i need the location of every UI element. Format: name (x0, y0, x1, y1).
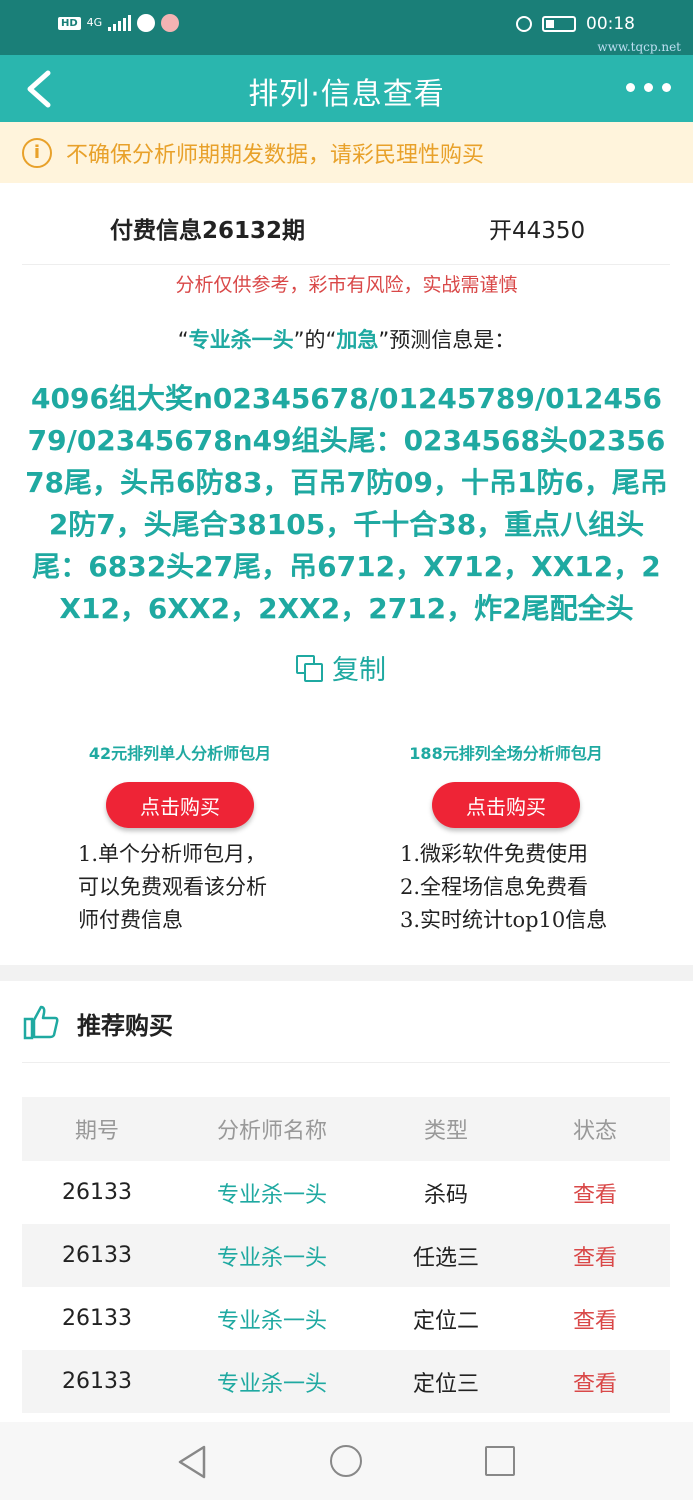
package-feature: 师付费信息 (78, 908, 183, 932)
copy-button[interactable]: 复制 (296, 648, 386, 687)
recommend-title: 推荐购买 (77, 1012, 173, 1040)
divider (22, 1062, 670, 1063)
analyst-cell[interactable]: 专业杀一头 (172, 1350, 372, 1413)
package-feature: 3.实时统计top10信息 (400, 908, 608, 932)
table-row[interactable]: 26133 专业杀一头 任选三 查看 (22, 1224, 670, 1287)
table-row[interactable]: 26133 专业杀一头 定位三 查看 (22, 1350, 670, 1413)
analyst-cell[interactable]: 专业杀一头 (172, 1224, 372, 1287)
table-row[interactable]: 26133 专业杀一头 杀码 查看 (22, 1161, 670, 1224)
title-bar: 排列·信息查看 (0, 55, 693, 122)
period-cell: 26133 (22, 1350, 172, 1413)
package-title: 42元排列单人分析师包月 (88, 744, 272, 763)
package-feature: 2.全程场信息免费看 (400, 875, 589, 899)
type-cell: 定位三 (372, 1350, 520, 1413)
caption-part: ”预测信息是： (378, 328, 516, 352)
view-link[interactable]: 查看 (520, 1161, 670, 1224)
status-right-icons: 00:18 (516, 14, 635, 34)
package-feature: 1.单个分析师包月， (78, 842, 267, 866)
analyst-cell[interactable]: 专业杀一头 (172, 1161, 372, 1224)
alarm-icon (516, 16, 532, 32)
status-left-icons: HD 4G (58, 14, 180, 32)
divider (22, 264, 670, 265)
column-header: 分析师名称 (172, 1097, 372, 1161)
type-cell: 定位二 (412, 1308, 479, 1334)
category-name: 加急 (336, 328, 379, 352)
notice-text: 不确保分析师期期发数据，请彩民理性购买 (66, 142, 485, 168)
prediction-content: 4096组大奖n02345678/01245789/01245679/02345… (25, 382, 668, 625)
thumbs-up-icon (23, 1005, 59, 1040)
package-title: 188元排列全场分析师包月 (409, 744, 603, 763)
nav-recents-icon[interactable] (485, 1446, 515, 1476)
site-watermark: www.tqcp.net (597, 40, 681, 54)
copy-label: 复制 (332, 655, 386, 686)
type-cell: 任选三 (372, 1224, 520, 1287)
period-cell: 26133 (22, 1224, 172, 1287)
package-feature: 1.微彩软件免费使用 (400, 842, 589, 866)
hd-badge: HD (58, 16, 81, 30)
package-all: 188元排列全场分析师包月 点击购买 1.微彩软件免费使用 2.全程场信息免费看… (356, 740, 656, 937)
column-header: 类型 (372, 1097, 520, 1161)
status-bar: HD 4G 00:18 www.tqcp.net (0, 0, 693, 55)
risk-warning: 分析仅供参考，彩市有风险，实战需谨慎 (175, 274, 518, 296)
page-title: 排列·信息查看 (248, 77, 445, 112)
section-gap (0, 965, 693, 981)
nav-home-icon[interactable] (330, 1445, 362, 1477)
package-single: 42元排列单人分析师包月 点击购买 1.单个分析师包月， 可以免费观看该分析 师… (30, 740, 330, 937)
recommend-table: 期号 分析师名称 类型 状态 26133 专业杀一头 杀码 查看 26133 专… (22, 1097, 670, 1413)
column-header: 期号 (22, 1097, 172, 1161)
period-cell: 26133 (62, 1306, 132, 1331)
info-icon: i (22, 137, 52, 168)
more-options-icon[interactable] (626, 83, 671, 92)
package-feature: 可以免费观看该分析 (78, 875, 267, 899)
caption-part: ”的“ (293, 328, 337, 352)
table-header: 期号 分析师名称 类型 状态 (22, 1097, 670, 1161)
recommend-header: 推荐购买 (0, 998, 693, 1048)
period-cell: 26133 (62, 1180, 132, 1205)
analyst-cell[interactable]: 专业杀一头 (172, 1287, 372, 1350)
signal-icon (108, 15, 132, 31)
notice-banner: i 不确保分析师期期发数据，请彩民理性购买 (0, 122, 693, 183)
network-type: 4G (86, 16, 103, 29)
app-notification-icon (137, 14, 156, 32)
view-link[interactable]: 查看 (520, 1350, 670, 1413)
buy-button[interactable]: 点击购买 (432, 782, 580, 828)
info-header: 付费信息26132期 开44350 (0, 205, 693, 249)
battery-icon (542, 16, 576, 32)
copy-icon (296, 654, 323, 682)
view-link[interactable]: 查看 (520, 1287, 670, 1350)
package-features: 1.单个分析师包月， 可以免费观看该分析 师付费信息 (78, 838, 308, 937)
caption-part: “ (177, 328, 189, 352)
open-result: 开44350 (489, 218, 586, 244)
buy-button[interactable]: 点击购买 (106, 782, 254, 828)
prediction-caption: “专业杀一头”的“加急”预测信息是： (0, 324, 693, 354)
type-cell: 杀码 (423, 1182, 468, 1208)
system-nav-bar (0, 1422, 693, 1500)
status-time: 00:18 (586, 14, 635, 34)
package-features: 1.微彩软件免费使用 2.全程场信息免费看 3.实时统计top10信息 (400, 838, 656, 937)
news-notification-icon (161, 14, 180, 32)
nav-back-icon[interactable] (176, 1444, 208, 1480)
analyst-name: 专业杀一头 (188, 328, 294, 352)
info-title: 付费信息26132期 (110, 218, 306, 244)
table-row[interactable]: 26133 专业杀一头 定位二 查看 (22, 1287, 670, 1350)
view-link[interactable]: 查看 (520, 1224, 670, 1287)
column-header: 状态 (520, 1097, 670, 1161)
